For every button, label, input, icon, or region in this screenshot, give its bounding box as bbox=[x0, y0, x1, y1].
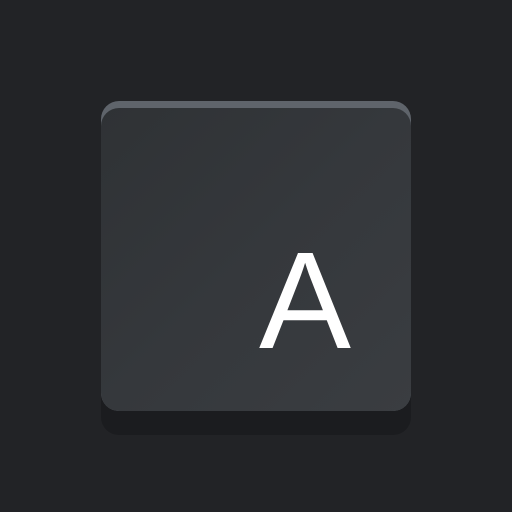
key-label: A bbox=[258, 224, 352, 378]
canvas: A bbox=[0, 0, 512, 512]
